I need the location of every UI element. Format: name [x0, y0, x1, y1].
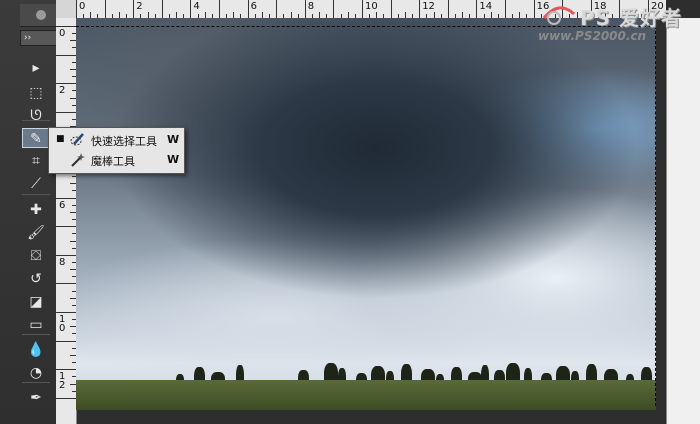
photoshop-window: ›› ▸⬚ᘎ✎⌗⟋✚🖌⛋↺◪▭💧◔✒ 02468101214161820 024…	[0, 0, 700, 424]
healing-brush-tool-icon[interactable]: ✚	[22, 200, 50, 220]
pen-tool-icon[interactable]: ✒	[22, 388, 50, 408]
tool-panel: ›› ▸ ⬚ ᘎ ✎ ⌗ ⟋ ✚ 🖌 ⛋ ↺ ◪ ▭ 💧 ◔ ✒	[0, 0, 58, 424]
grass-field	[76, 380, 656, 410]
ruler-label: 0	[59, 28, 66, 39]
magic-wand-icon	[71, 153, 85, 167]
ruler-tick	[419, 0, 421, 18]
flyout-item-label: 快速选择工具	[91, 135, 157, 148]
flyout-item-magic-wand[interactable]: 魔棒工具 W	[49, 150, 184, 170]
toolbar-collapse-button[interactable]: ››	[20, 30, 58, 46]
ruler-label: 2	[136, 1, 143, 12]
ruler-label: 0	[79, 1, 86, 12]
ruler-label: 14	[479, 1, 493, 12]
dodge-tool-icon[interactable]: ◔	[22, 363, 50, 383]
quick-selection-icon	[70, 133, 84, 146]
watermark-logo-icon	[542, 6, 576, 25]
lasso-tool-icon[interactable]: ᘎ	[22, 106, 50, 126]
toolbar-separator	[22, 382, 50, 383]
document-canvas[interactable]	[76, 18, 656, 410]
ruler-tick	[190, 0, 192, 18]
ruler-tick	[56, 369, 76, 371]
ruler-tick	[476, 0, 478, 18]
selection-marquee-right	[655, 26, 656, 406]
ruler-tick	[56, 283, 76, 285]
ruler-tick	[104, 0, 106, 18]
toolbar-separator	[22, 120, 50, 121]
ruler-label: 6	[250, 1, 257, 12]
ruler-label: 4	[193, 1, 200, 12]
blur-tool-icon[interactable]: 💧	[22, 340, 50, 360]
ruler-tick	[76, 0, 77, 18]
brush-tool-icon[interactable]: 🖌	[22, 223, 50, 243]
watermark-url: www.PS2000.cn	[538, 29, 647, 43]
gradient-tool-icon[interactable]: ▭	[22, 315, 50, 335]
ruler-tick	[447, 0, 449, 18]
ruler-tick	[276, 0, 278, 18]
toolbar-separator	[22, 194, 50, 195]
ruler-tick	[362, 0, 363, 18]
ruler-label: 10	[59, 314, 66, 334]
toolbar-grip[interactable]	[20, 4, 56, 27]
selected-bullet: ■	[56, 134, 65, 144]
ruler-label: 6	[59, 199, 66, 211]
ruler-tick	[56, 312, 76, 313]
shortcut-key: W	[167, 133, 180, 146]
ruler-tick	[56, 340, 76, 342]
move-tool-icon[interactable]: ▸	[22, 58, 50, 78]
site-watermark: PS 爱好者 www.PS2000.cn	[530, 2, 700, 48]
quick-selection-tool-icon[interactable]: ✎	[22, 128, 50, 148]
ruler-origin[interactable]	[56, 0, 77, 18]
history-brush-tool-icon[interactable]: ↺	[22, 269, 50, 289]
ruler-tick	[133, 0, 135, 18]
flyout-item-quick-selection[interactable]: ■ 快速选择工具 W	[49, 130, 184, 150]
ruler-tick	[56, 54, 76, 56]
ruler-tick	[304, 0, 306, 18]
vertical-ruler[interactable]: 024681012	[56, 18, 77, 424]
ruler-tick	[56, 226, 76, 228]
toolbar-separator	[22, 334, 50, 335]
eraser-tool-icon[interactable]: ◪	[22, 292, 50, 312]
shortcut-key: W	[167, 153, 180, 166]
ruler-label: 2	[59, 85, 66, 97]
watermark-title: PS 爱好者	[580, 6, 683, 30]
ruler-tick	[56, 111, 76, 113]
ruler-tick	[505, 0, 506, 18]
ruler-tick	[56, 197, 76, 199]
panel-dock-edge	[666, 18, 700, 424]
ruler-label: 8	[59, 256, 66, 268]
ruler-tick	[161, 0, 163, 18]
ruler-tick	[219, 0, 220, 18]
ruler-tick	[56, 26, 76, 27]
crop-tool-icon[interactable]: ⌗	[22, 151, 50, 171]
ruler-tick	[56, 397, 76, 399]
selection-tool-flyout: ■ 快速选择工具 W 魔棒工具 W	[48, 127, 185, 174]
ruler-tick	[56, 83, 76, 85]
ruler-tick	[56, 254, 76, 256]
ruler-label: 8	[307, 1, 315, 12]
marquee-tool-icon[interactable]: ⬚	[22, 83, 50, 103]
ruler-label: 10	[365, 1, 378, 12]
ruler-tick	[247, 0, 249, 18]
eyedropper-tool-icon[interactable]: ⟋	[22, 174, 50, 194]
ruler-tick	[390, 0, 392, 18]
flyout-item-label: 魔棒工具	[91, 155, 135, 168]
ruler-label: 12	[422, 1, 435, 12]
clone-stamp-tool-icon[interactable]: ⛋	[22, 246, 50, 266]
ruler-tick	[333, 0, 335, 18]
ruler-label: 12	[59, 371, 66, 392]
